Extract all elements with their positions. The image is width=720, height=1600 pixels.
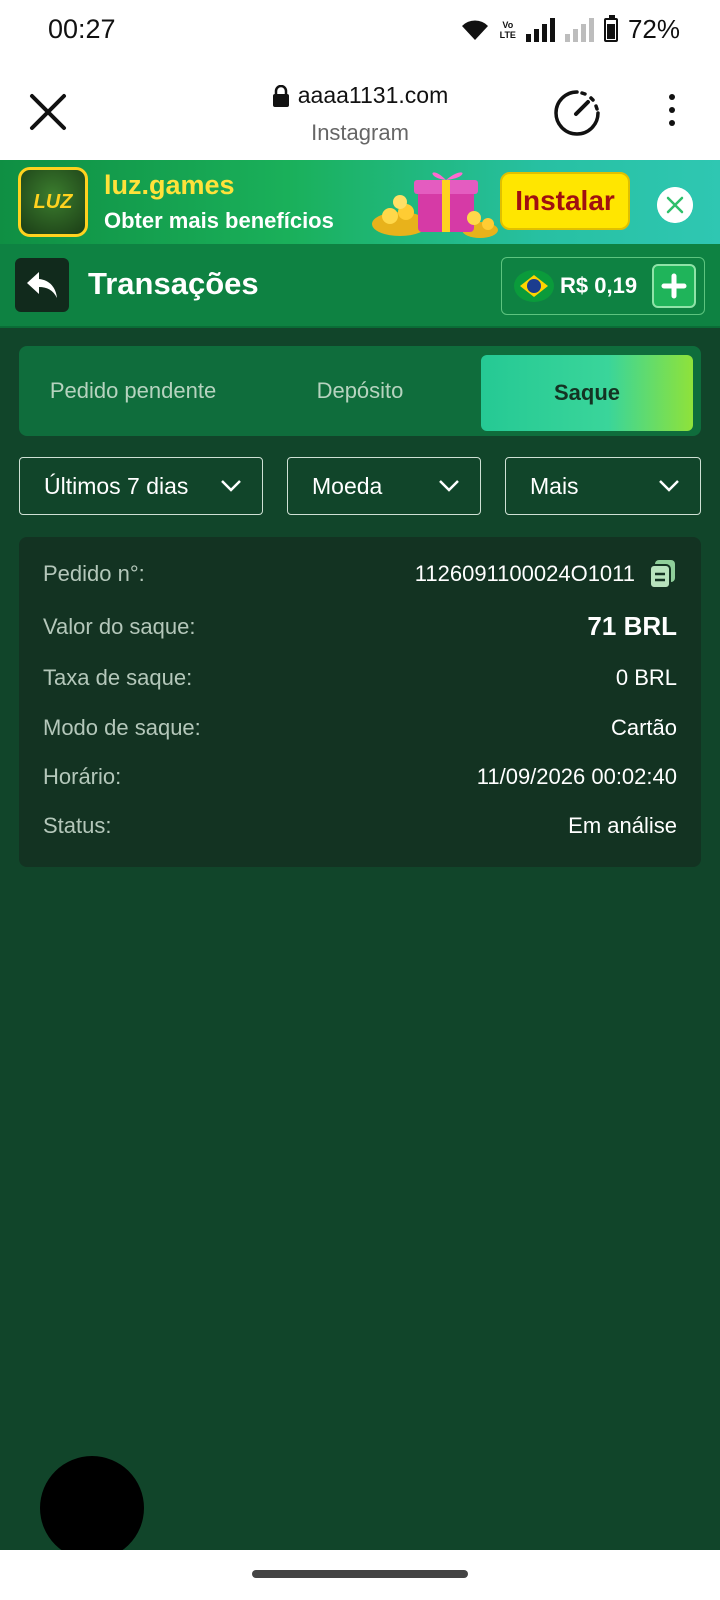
chevron-down-icon <box>659 480 679 492</box>
more-filter[interactable]: Mais <box>505 457 701 515</box>
amount-row: Valor do saque: 71 BRL <box>43 611 677 642</box>
ad-subtitle: Obter mais benefícios <box>104 208 334 233</box>
battery-icon <box>603 14 618 42</box>
luz-games-logo: LUZ <box>18 167 88 237</box>
order-value: 1126091100024O1011 <box>414 561 635 586</box>
page-title: Transações <box>88 266 259 301</box>
status-bar: 00:27 Vo LTE 72% <box>0 0 720 64</box>
chevron-down-icon <box>221 480 241 492</box>
url-text: aaaa1131.com <box>297 82 449 108</box>
time-value: 11/09/2026 00:02:40 <box>476 764 677 789</box>
status-value: Em análise <box>568 813 677 838</box>
speed-icon[interactable] <box>552 88 602 138</box>
more-filter-label: Mais <box>530 472 579 499</box>
battery-fill <box>606 24 615 39</box>
time-row: Horário: 11/09/2026 00:02:40 <box>43 764 677 790</box>
mode-row: Modo de saque: Cartão <box>43 715 677 741</box>
url-block[interactable]: aaaa1131.com Instagram <box>0 82 720 146</box>
copy-icon[interactable] <box>649 559 677 589</box>
ad-title: luz.games <box>104 170 235 200</box>
ad-banner[interactable]: LUZ luz.games Obter mais benefícios Inst… <box>0 160 720 244</box>
status-label: Status: <box>43 813 112 838</box>
amount-value: 71 BRL <box>587 611 677 641</box>
period-filter-label: Últimos 7 dias <box>44 472 189 499</box>
plus-icon <box>661 273 687 299</box>
ad-close-icon[interactable] <box>657 187 693 223</box>
navigation-bar <box>0 1550 720 1600</box>
mode-label: Modo de saque: <box>43 715 201 740</box>
brazil-flag-icon <box>514 270 554 302</box>
balance-box[interactable]: R$ 0,19 <box>501 257 705 315</box>
tab-withdraw[interactable]: Saque <box>481 355 693 431</box>
back-button[interactable] <box>15 258 69 312</box>
battery-percent: 72% <box>627 14 680 44</box>
status-time: 00:27 <box>48 14 116 44</box>
fee-label: Taxa de saque: <box>43 665 193 690</box>
status-icons: Vo LTE 72% <box>460 14 680 45</box>
mode-value: Cartão <box>610 715 677 740</box>
more-vert-icon[interactable] <box>658 94 686 134</box>
browser-toolbar: aaaa1131.com Instagram <box>0 64 720 160</box>
currency-filter[interactable]: Moeda <box>287 457 481 515</box>
time-label: Horário: <box>43 764 122 789</box>
signal-2-icon <box>564 17 594 42</box>
volte-icon: Vo LTE <box>499 19 516 40</box>
back-arrow-icon <box>27 272 57 298</box>
amount-label: Valor do saque: <box>43 613 196 639</box>
signal-icon <box>525 17 555 42</box>
period-filter[interactable]: Últimos 7 dias <box>19 457 263 515</box>
fee-row: Taxa de saque: 0 BRL <box>43 665 677 691</box>
balance-amount: R$ 0,19 <box>560 273 638 298</box>
chevron-down-icon <box>439 480 459 492</box>
tab-pending-orders[interactable]: Pedido pendente <box>19 346 247 436</box>
gift-coins-icon <box>372 172 498 238</box>
tab-deposit[interactable]: Depósito <box>247 346 473 436</box>
status-row: Status: Em análise <box>43 813 677 839</box>
transaction-tabs: Pedido pendente Depósito Saque <box>19 346 701 436</box>
url-subtitle: Instagram <box>311 119 409 145</box>
order-label: Pedido n°: <box>43 561 145 586</box>
home-indicator[interactable] <box>252 1570 468 1578</box>
app-content: Transações R$ 0,19 Pedido pendente Depós… <box>0 244 720 1550</box>
currency-filter-label: Moeda <box>312 472 383 499</box>
transaction-card: Pedido n°: 1126091100024O1011 Valor do s… <box>19 537 701 867</box>
add-funds-button[interactable] <box>652 264 696 308</box>
app-header: Transações R$ 0,19 <box>0 244 720 328</box>
floating-action-circle[interactable] <box>40 1456 144 1560</box>
fee-value: 0 BRL <box>615 665 677 690</box>
install-button[interactable]: Instalar <box>500 172 630 230</box>
lock-icon <box>272 84 289 107</box>
order-row: Pedido n°: 1126091100024O1011 <box>43 559 677 589</box>
wifi-icon <box>461 19 488 40</box>
